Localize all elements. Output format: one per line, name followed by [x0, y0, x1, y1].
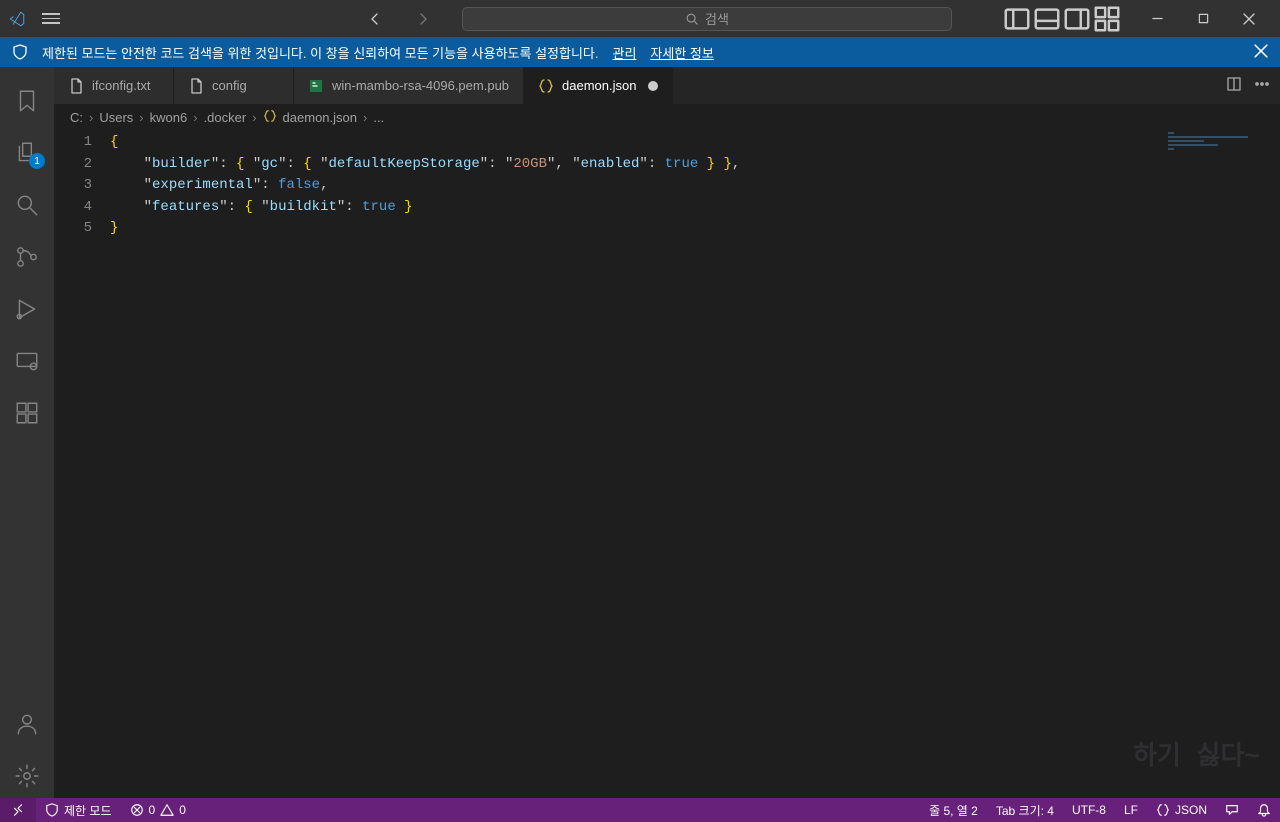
publisher-icon: [308, 78, 324, 94]
feedback-icon[interactable]: [1216, 798, 1248, 822]
layout-panel-icon[interactable]: [1032, 0, 1062, 37]
vscode-icon: [8, 10, 26, 28]
tab-bar: ifconfig.txt config win-mambo-rsa-4096.p…: [54, 67, 1280, 104]
run-debug-icon[interactable]: [3, 287, 51, 331]
shield-icon: [45, 803, 59, 817]
file-icon: [68, 78, 84, 94]
file-icon: [188, 78, 204, 94]
tab-pem-pub[interactable]: win-mambo-rsa-4096.pem.pub: [294, 67, 524, 104]
breadcrumb[interactable]: C:› Users› kwon6› .docker› daemon.json› …: [54, 104, 1280, 130]
breadcrumb-seg[interactable]: C:: [70, 110, 83, 125]
language-mode-status[interactable]: JSON: [1147, 798, 1216, 822]
explorer-icon[interactable]: 1: [3, 131, 51, 175]
json-icon: [538, 78, 554, 94]
banner-manage-link[interactable]: 관리: [613, 43, 637, 62]
error-icon: [130, 803, 144, 817]
breadcrumb-tail[interactable]: ...: [373, 110, 384, 125]
layout-sidebar-left-icon[interactable]: [1002, 0, 1032, 37]
notifications-icon[interactable]: [1248, 798, 1280, 822]
tab-size-status[interactable]: Tab 크기: 4: [987, 798, 1063, 822]
breadcrumb-seg[interactable]: .docker: [204, 110, 247, 125]
more-actions-icon[interactable]: [1254, 76, 1270, 95]
nav-forward-button[interactable]: [408, 0, 438, 37]
nav-back-button[interactable]: [360, 0, 390, 37]
extensions-icon[interactable]: [3, 391, 51, 435]
split-editor-icon[interactable]: [1226, 76, 1242, 95]
command-center-search[interactable]: 검색: [462, 7, 952, 31]
warning-icon: [160, 803, 174, 817]
remote-indicator[interactable]: [0, 798, 36, 822]
line-number-gutter: 1 2 3 4 5: [54, 130, 110, 798]
tab-label: win-mambo-rsa-4096.pem.pub: [332, 78, 509, 93]
settings-gear-icon[interactable]: [3, 754, 51, 798]
window-close-button[interactable]: [1226, 0, 1272, 37]
breadcrumb-seg[interactable]: kwon6: [150, 110, 188, 125]
status-bar: 제한 모드 0 0 줄 5, 열 2 Tab 크기: 4 UTF-8 LF JS…: [0, 798, 1280, 822]
source-control-icon[interactable]: [3, 235, 51, 279]
breadcrumb-file[interactable]: daemon.json: [283, 110, 357, 125]
restricted-mode-status[interactable]: 제한 모드: [36, 798, 121, 822]
tab-label: config: [212, 78, 247, 93]
tab-ifconfig[interactable]: ifconfig.txt: [54, 67, 174, 104]
hamburger-menu-icon[interactable]: [42, 13, 62, 24]
editor-group: ifconfig.txt config win-mambo-rsa-4096.p…: [54, 67, 1280, 798]
banner-close-button[interactable]: [1254, 44, 1268, 61]
dirty-indicator-icon: [648, 81, 658, 91]
breadcrumb-seg[interactable]: Users: [99, 110, 133, 125]
customize-layout-icon[interactable]: [1092, 0, 1122, 37]
tab-daemon-json[interactable]: daemon.json: [524, 67, 673, 104]
problems-status[interactable]: 0 0: [121, 798, 195, 822]
code-content[interactable]: { "builder": { "gc": { "defaultKeepStora…: [110, 130, 1280, 798]
restricted-mode-banner: 제한된 모드는 안전한 코드 검색을 위한 것입니다. 이 창을 신뢰하여 모든…: [0, 37, 1280, 67]
shield-icon: [12, 44, 28, 60]
code-editor[interactable]: 1 2 3 4 5 { "builder": { "gc": { "defaul…: [54, 130, 1280, 798]
cursor-position-status[interactable]: 줄 5, 열 2: [920, 798, 987, 822]
eol-status[interactable]: LF: [1115, 798, 1147, 822]
json-icon: [1156, 803, 1170, 817]
activity-bar: 1: [0, 67, 54, 798]
encoding-status[interactable]: UTF-8: [1063, 798, 1115, 822]
explorer-badge: 1: [29, 153, 45, 169]
accounts-icon[interactable]: [3, 702, 51, 746]
json-icon: [263, 109, 277, 126]
tab-label: ifconfig.txt: [92, 78, 151, 93]
window-maximize-button[interactable]: [1180, 0, 1226, 37]
window-minimize-button[interactable]: [1134, 0, 1180, 37]
layout-sidebar-right-icon[interactable]: [1062, 0, 1092, 37]
search-activity-icon[interactable]: [3, 183, 51, 227]
title-bar: 검색: [0, 0, 1280, 37]
bookmark-icon[interactable]: [3, 79, 51, 123]
tab-config[interactable]: config: [174, 67, 294, 104]
remote-explorer-icon[interactable]: [3, 339, 51, 383]
tab-label: daemon.json: [562, 78, 636, 93]
banner-message: 제한된 모드는 안전한 코드 검색을 위한 것입니다. 이 창을 신뢰하여 모든…: [42, 43, 599, 62]
search-icon: [685, 12, 699, 26]
banner-learn-link[interactable]: 자세한 정보: [650, 43, 713, 62]
search-placeholder: 검색: [705, 9, 729, 28]
